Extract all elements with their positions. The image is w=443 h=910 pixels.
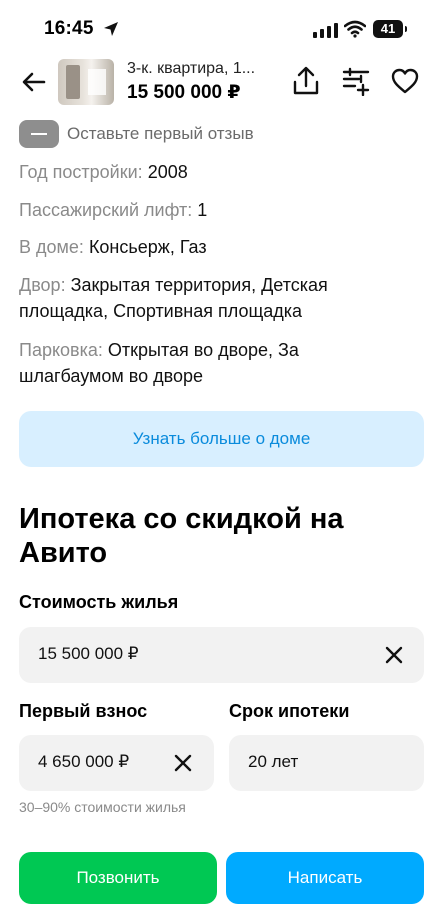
info-row-elevator: Пассажирский лифт: 1 — [19, 197, 419, 223]
info-value: 1 — [197, 200, 208, 220]
compare-icon[interactable] — [341, 66, 371, 96]
cost-label: Стоимость жилья — [19, 592, 179, 612]
heart-icon[interactable] — [390, 66, 420, 96]
info-value: 2008 — [147, 162, 188, 182]
info-value: Закрытая территория, Детская площадка, С… — [19, 275, 328, 321]
write-message-button[interactable]: Написать — [226, 852, 424, 904]
mortgage-section-title: Ипотека со скидкой на Авито — [19, 503, 344, 569]
listing-header: 3-к. квартира, 1... 15 500 000 ₽ — [0, 54, 443, 110]
status-bar: 16:45 41 — [0, 0, 443, 58]
term-label: Срок ипотеки — [229, 701, 350, 721]
rating-prompt: Оставьте первый отзыв — [67, 124, 254, 143]
info-label: В доме: — [19, 237, 84, 257]
back-arrow-icon[interactable] — [18, 66, 50, 98]
info-label: Парковка: — [19, 340, 103, 360]
info-label: Год постройки: — [19, 162, 143, 182]
info-label: Двор: — [19, 275, 66, 295]
battery-icon: 41 — [373, 20, 407, 38]
rating-empty-icon — [19, 120, 59, 148]
info-row-build-year: Год постройки: 2008 — [19, 159, 419, 185]
more-about-house-button[interactable]: Узнать больше о доме — [19, 411, 424, 467]
term-value: 20 лет — [248, 752, 299, 771]
info-label: Пассажирский лифт: — [19, 200, 193, 220]
down-payment-field[interactable]: 4 650 000 ₽ — [19, 735, 214, 791]
bottom-action-bar: Позвонить Написать — [0, 838, 443, 910]
close-icon[interactable] — [172, 752, 194, 774]
listing-thumbnail[interactable] — [58, 59, 114, 105]
call-button[interactable]: Позвонить — [19, 852, 217, 904]
cellular-signal-icon — [313, 23, 338, 38]
term-field[interactable]: 20 лет — [229, 735, 424, 791]
cost-field[interactable]: 15 500 000 ₽ — [19, 627, 424, 683]
listing-price: 15 500 000 ₽ — [127, 82, 241, 103]
location-arrow-icon — [104, 22, 118, 36]
down-payment-hint: 30–90% стоимости жилья — [19, 799, 186, 815]
info-row-building: В доме: Консьерж, Газ — [19, 234, 419, 260]
cost-value: 15 500 000 ₽ — [38, 644, 139, 663]
info-row-parking: Парковка: Открытая во дворе, За шлагбаум… — [19, 337, 319, 389]
info-value: Консьерж, Газ — [88, 237, 207, 257]
info-row-yard: Двор: Закрытая территория, Детская площа… — [19, 272, 419, 324]
wifi-icon — [344, 20, 366, 38]
status-time: 16:45 — [44, 18, 94, 39]
rating-row[interactable]: Оставьте первый отзыв — [19, 119, 254, 149]
listing-title[interactable]: 3-к. квартира, 1... — [127, 60, 255, 78]
down-payment-label: Первый взнос — [19, 701, 148, 721]
share-icon[interactable] — [292, 66, 320, 96]
down-payment-value: 4 650 000 ₽ — [38, 752, 130, 771]
close-icon[interactable] — [383, 644, 405, 666]
